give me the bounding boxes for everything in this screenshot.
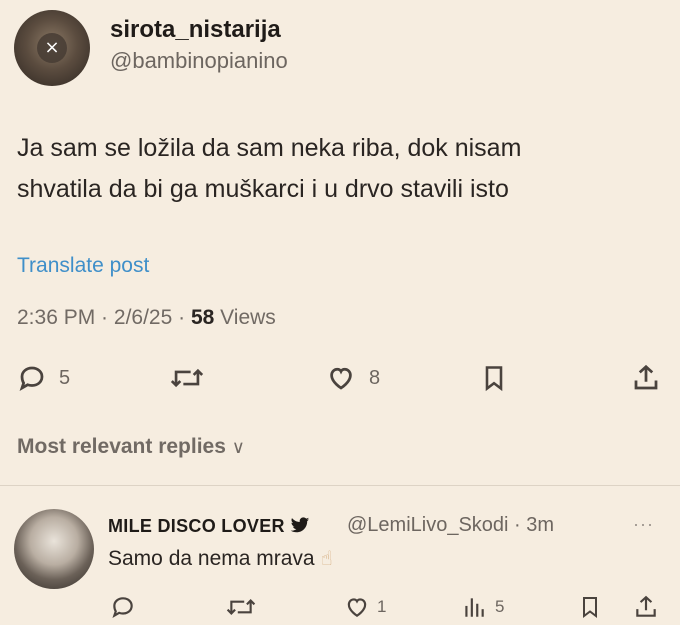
share-icon <box>634 364 658 390</box>
chevron-down-icon: ∨ <box>231 437 245 457</box>
tweet-text-line: Ja sam se ložila da sam neka riba, dok n… <box>17 134 522 162</box>
avatar[interactable]: × <box>14 10 90 86</box>
tweet-text: Ja sam se ložila da sam neka riba, dok n… <box>17 128 657 210</box>
meta-separator: · <box>95 306 114 329</box>
reply-display-name: MILE DISCO LOVER <box>108 516 285 536</box>
tweet-meta: 2:36 PM · 2/6/25 · 58 Views <box>17 306 276 330</box>
heart-icon <box>330 367 352 390</box>
share-icon <box>636 595 656 617</box>
reply-share-button[interactable] <box>633 593 659 621</box>
reply-icon <box>112 597 133 619</box>
reply-text-body: Samo da nema mrava <box>108 547 315 570</box>
reply-bookmark-button[interactable] <box>578 593 602 621</box>
pointing-up-emoji: ☝ <box>320 546 333 570</box>
reply-time[interactable]: 3m <box>526 514 554 536</box>
more-options-icon[interactable]: ··· <box>633 514 654 535</box>
reply-icon <box>19 366 44 391</box>
bird-icon <box>290 517 310 533</box>
reply-views-button[interactable]: 5 <box>461 593 504 621</box>
retweet-icon <box>170 368 204 388</box>
reply-text: Samo da nema mrava ☝ <box>108 546 333 571</box>
like-count: 8 <box>369 366 381 389</box>
reply-views-count: 5 <box>495 597 505 616</box>
share-button[interactable] <box>631 362 661 394</box>
reply-handle[interactable]: @LemiLivo_Skodi <box>347 514 509 536</box>
retweet-button[interactable] <box>170 362 204 394</box>
reply-count: 5 <box>59 366 71 389</box>
like-button[interactable]: 8 <box>325 362 380 394</box>
views-label: Views <box>220 306 276 329</box>
reply-like-button[interactable]: 1 <box>343 593 386 621</box>
reply-author[interactable]: MILE DISCO LOVER <box>108 516 310 537</box>
reply-retweet-button[interactable] <box>226 593 256 621</box>
tweet-time[interactable]: 2:36 PM <box>17 306 95 329</box>
reply-reply-button[interactable] <box>110 593 136 621</box>
replies-heading: Most relevant replies <box>17 435 226 458</box>
heart-icon <box>347 598 367 617</box>
author-handle[interactable]: @bambinopianino <box>110 48 288 74</box>
views-count: 58 <box>190 306 215 329</box>
bookmark-icon <box>485 366 503 392</box>
author-display-name[interactable]: sirota_nistarija <box>110 16 281 44</box>
bookmark-icon <box>583 597 597 618</box>
retweet-icon <box>226 599 256 615</box>
reply-handle-line: @LemiLivo_Skodi · 3m <box>347 514 554 537</box>
tweet-text-line: shvatila da bi ga muškarci i u drvo stav… <box>17 175 509 203</box>
replies-sort-dropdown[interactable]: Most relevant replies ∨ <box>17 435 245 459</box>
reply-button[interactable]: 5 <box>17 362 70 394</box>
views-icon <box>465 598 484 617</box>
reply-avatar[interactable] <box>14 509 94 589</box>
meta-separator: · <box>508 514 527 536</box>
divider <box>0 485 680 486</box>
tweet-date[interactable]: 2/6/25 <box>114 306 172 329</box>
translate-link[interactable]: Translate post <box>17 254 149 278</box>
reply-like-count: 1 <box>377 597 387 616</box>
meta-separator: · <box>172 306 191 329</box>
close-icon: × <box>37 33 67 63</box>
bookmark-button[interactable] <box>480 362 508 394</box>
